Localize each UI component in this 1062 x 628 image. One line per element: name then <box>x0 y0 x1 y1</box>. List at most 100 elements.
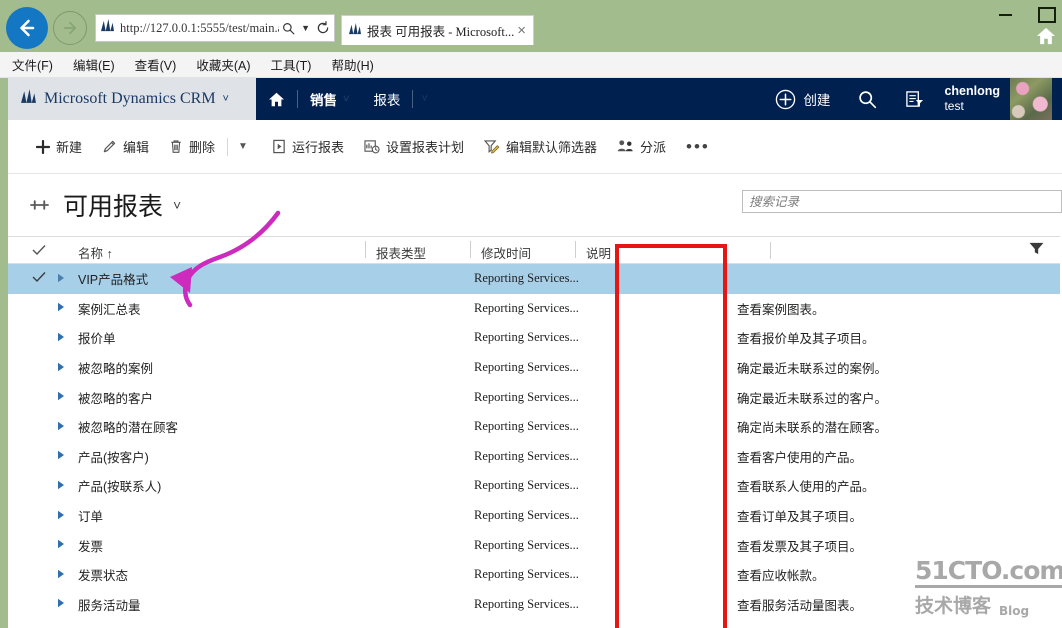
select-all-checkbox[interactable] <box>32 243 46 261</box>
column-divider-extra <box>770 242 771 259</box>
cell-description: 查看客户使用的产品。 <box>737 450 863 465</box>
global-search-button[interactable] <box>844 78 891 120</box>
filter-icon[interactable] <box>1029 242 1044 260</box>
nav-reports[interactable]: 报表 <box>361 78 412 120</box>
row-checkbox[interactable] <box>32 270 46 288</box>
cell-report-type: Reporting Services... <box>474 596 579 611</box>
cell-description: 查看应收帐款。 <box>737 569 825 584</box>
cell-report-name: 活动 <box>78 624 103 628</box>
table-row[interactable]: 发票 Reporting Services... 查看发票及其子项目。 <box>8 530 1062 560</box>
table-row[interactable]: 产品(按客户) Reporting Services... 查看客户使用的产品。 <box>8 442 1062 472</box>
cell-report-type: Reporting Services... <box>474 567 579 582</box>
create-button[interactable]: 创建 <box>761 78 844 120</box>
delete-dropdown-caret[interactable]: ▼ <box>230 135 256 158</box>
delete-button[interactable]: 删除 <box>159 131 225 162</box>
new-label: 新建 <box>56 140 83 155</box>
edit-default-filter-label: 编辑默认筛选器 <box>505 140 597 155</box>
menu-help[interactable]: 帮助(H) <box>323 53 381 76</box>
table-row[interactable]: 被忽略的客户 Reporting Services... 确定最近未联系过的客户。 <box>8 382 1062 412</box>
cell-report-type: Reporting Services... <box>474 389 579 404</box>
cell-report-name: 发票 <box>78 539 104 554</box>
chevron-down-icon[interactable]: ˅ <box>223 93 229 105</box>
column-header-description[interactable]: 说明 <box>575 241 611 262</box>
table-row[interactable]: 案例汇总表 Reporting Services... 查看案例图表。 <box>8 294 1062 324</box>
table-row[interactable]: 服务活动量 Reporting Services... 查看服务活动量图表。 <box>8 590 1062 620</box>
column-header-name[interactable]: 名称 ↑ <box>78 243 113 262</box>
row-expand-arrow-icon[interactable] <box>57 539 65 551</box>
column-header-report-type[interactable]: 报表类型 <box>365 241 426 262</box>
table-row[interactable]: 活动Reporting Services...显示活动列表。 <box>8 619 1062 628</box>
nav-home[interactable] <box>256 78 297 120</box>
menu-favorites[interactable]: 收藏夹(A) <box>188 53 258 76</box>
row-expand-arrow-icon[interactable] <box>57 362 65 374</box>
table-row[interactable]: VIP产品格式 Reporting Services... <box>8 264 1062 294</box>
new-button[interactable]: 新建 <box>26 131 92 162</box>
table-row[interactable]: 产品(按联系人) Reporting Services... 查看联系人使用的产品。 <box>8 471 1062 501</box>
menu-file[interactable]: 文件(F) <box>4 53 61 76</box>
row-expand-arrow-icon[interactable] <box>57 510 65 522</box>
row-expand-arrow-icon[interactable] <box>57 450 65 462</box>
edit-button[interactable]: 编辑 <box>92 131 159 162</box>
search-records-box[interactable] <box>742 190 1062 213</box>
menu-edit[interactable]: 编辑(E) <box>65 53 123 76</box>
forward-button[interactable] <box>53 11 87 45</box>
refresh-icon[interactable] <box>316 21 330 35</box>
nav-sales-label: 销售 <box>310 93 337 108</box>
menu-tools[interactable]: 工具(T) <box>262 53 319 76</box>
site-favicon-icon <box>100 19 115 37</box>
run-report-button[interactable]: 运行报表 <box>262 131 354 162</box>
row-expand-arrow-icon[interactable] <box>57 302 65 314</box>
crm-top-navigation: Microsoft Dynamics CRM ˅ 销售 ˅ 报表 ˅ 创建 ch… <box>8 78 1062 120</box>
nav-sales[interactable]: 销售 ˅ <box>298 78 361 120</box>
chevron-down-icon[interactable]: ˅ <box>173 197 181 213</box>
address-bar[interactable]: http://127.0.0.1:5555/test/main.asp ▼ <box>95 14 335 42</box>
cell-report-name: 被忽略的客户 <box>78 391 154 406</box>
cell-report-name: 案例汇总表 <box>78 302 141 317</box>
cell-report-name: 订单 <box>78 510 104 525</box>
address-url: http://127.0.0.1:5555/test/main.asp <box>120 20 280 35</box>
row-expand-arrow-icon[interactable] <box>57 391 65 403</box>
crm-top-right: 创建 chenlong test <box>761 78 1062 120</box>
table-row[interactable]: 被忽略的案例 Reporting Services... 确定最近未联系过的案例。 <box>8 353 1062 383</box>
row-expand-arrow-icon[interactable] <box>57 598 65 610</box>
assign-button[interactable]: 分派 <box>607 131 676 162</box>
new-tab-area[interactable] <box>536 13 570 43</box>
browser-tab[interactable]: 报表 可用报表 - Microsoft... × <box>341 15 534 45</box>
table-row[interactable]: 报价单 Reporting Services... 查看报价单及其子项目。 <box>8 323 1062 353</box>
row-expand-arrow-icon[interactable] <box>57 480 65 492</box>
home-button[interactable] <box>1036 27 1056 50</box>
checkmark-icon <box>32 271 46 282</box>
table-row[interactable]: 发票状态 Reporting Services... 查看应收帐款。 <box>8 560 1062 590</box>
advanced-find-button[interactable] <box>891 78 938 120</box>
avatar[interactable] <box>1010 78 1052 120</box>
trash-icon <box>169 139 183 154</box>
address-dropdown-icon[interactable]: ▼ <box>298 23 313 33</box>
crm-brand[interactable]: Microsoft Dynamics CRM ˅ <box>8 78 256 120</box>
command-overflow-button[interactable]: ••• <box>676 137 720 157</box>
tab-close-icon[interactable]: × <box>514 22 529 39</box>
back-button[interactable] <box>6 7 48 49</box>
edit-default-filter-button[interactable]: 编辑默认筛选器 <box>474 131 607 162</box>
column-header-modified[interactable]: 修改时间 <box>470 241 531 262</box>
home-icon <box>269 92 284 106</box>
cell-report-type: Reporting Services... <box>474 448 579 463</box>
cell-report-type: Reporting Services... <box>474 508 579 523</box>
nav-more[interactable]: ˅ <box>413 78 439 120</box>
row-expand-arrow-icon[interactable] <box>57 273 65 285</box>
user-info[interactable]: chenlong test <box>938 84 1010 115</box>
address-search-icon[interactable] <box>282 22 295 35</box>
menu-view[interactable]: 查看(V) <box>127 53 185 76</box>
row-expand-arrow-icon[interactable] <box>57 421 65 433</box>
cell-report-name: 产品(按客户) <box>78 450 149 465</box>
forward-arrow-icon <box>63 21 77 35</box>
row-expand-arrow-icon[interactable] <box>57 332 65 344</box>
table-row[interactable]: 被忽略的潜在顾客 Reporting Services... 确定尚未联系的潜在顾客… <box>8 412 1062 442</box>
search-input[interactable] <box>749 191 1055 212</box>
delete-label: 删除 <box>189 140 216 155</box>
page-title[interactable]: 可用报表 <box>63 187 163 223</box>
schedule-report-button[interactable]: 设置报表计划 <box>354 131 474 162</box>
table-row[interactable]: 订单 Reporting Services... 查看订单及其子项目。 <box>8 501 1062 531</box>
user-org: test <box>944 99 964 114</box>
pin-icon[interactable] <box>30 198 49 212</box>
row-expand-arrow-icon[interactable] <box>57 569 65 581</box>
